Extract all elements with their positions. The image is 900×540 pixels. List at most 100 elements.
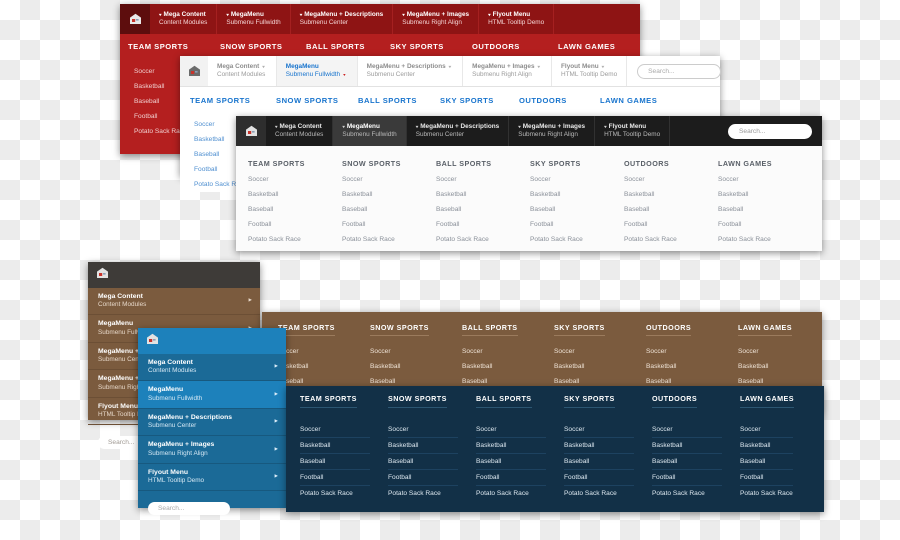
- column-header-lawn-games[interactable]: LAWN GAMES: [718, 159, 772, 168]
- list-item[interactable]: Football: [652, 470, 722, 486]
- list-item[interactable]: Soccer: [554, 344, 646, 359]
- list-item[interactable]: Baseball: [718, 202, 771, 217]
- column-header-outdoors[interactable]: OUTDOORS: [652, 394, 740, 408]
- list-item[interactable]: Basketball: [300, 438, 370, 454]
- list-item[interactable]: Basketball: [436, 187, 530, 202]
- search-input[interactable]: Search...: [637, 63, 722, 79]
- top-item-4[interactable]: ▾ Flyout Menu HTML Tooltip Demo: [595, 116, 671, 146]
- list-item[interactable]: Soccer: [300, 422, 370, 438]
- top-item-3[interactable]: ▾ MegaMenu + Images Submenu Right Align: [393, 4, 480, 34]
- nav-snow-sports[interactable]: SNOW SPORTS: [276, 96, 358, 105]
- list-item[interactable]: Soccer: [624, 172, 718, 187]
- list-item[interactable]: Baseball: [624, 202, 718, 217]
- vmenu-item-2[interactable]: MegaMenu + Descriptions Submenu Center ►: [138, 409, 286, 437]
- list-item[interactable]: Potato Sack Race: [718, 232, 771, 247]
- list-item[interactable]: Basketball: [462, 359, 554, 374]
- home-icon[interactable]: [120, 4, 150, 34]
- list-item[interactable]: Baseball: [342, 202, 436, 217]
- vmenu-item-1[interactable]: MegaMenu Submenu Fullwidth ►: [138, 381, 286, 409]
- column-header-lawn-games[interactable]: LAWN GAMES: [740, 394, 795, 408]
- list-item[interactable]: Basketball: [652, 438, 722, 454]
- list-item[interactable]: Potato Sack Race: [342, 232, 436, 247]
- top-item-1[interactable]: MegaMenu Submenu Fullwidth ▾: [276, 56, 358, 86]
- nav-sky-sports[interactable]: SKY SPORTS: [440, 96, 519, 105]
- home-icon[interactable]: [146, 332, 159, 350]
- list-item[interactable]: Football: [436, 217, 530, 232]
- nav-lawn-games[interactable]: LAWN GAMES: [600, 96, 657, 105]
- nav-team-sports[interactable]: TEAM SPORTS: [190, 96, 276, 105]
- vmenu-item-0[interactable]: Mega Content Content Modules ►: [138, 354, 286, 382]
- list-item[interactable]: Basketball: [646, 359, 738, 374]
- list-item[interactable]: Soccer: [278, 344, 370, 359]
- column-header-outdoors[interactable]: OUTDOORS: [646, 323, 738, 336]
- list-item[interactable]: Basketball: [554, 359, 646, 374]
- nav-lawn-games[interactable]: LAWN GAMES: [558, 42, 615, 51]
- vmenu-item-0[interactable]: Mega Content Content Modules ►: [88, 288, 260, 316]
- list-item[interactable]: Basketball: [740, 438, 793, 454]
- list-item[interactable]: Basketball: [624, 187, 718, 202]
- list-item[interactable]: Potato Sack Race: [652, 486, 722, 501]
- home-icon[interactable]: [236, 116, 266, 146]
- list-item[interactable]: Basketball: [248, 187, 342, 202]
- list-item[interactable]: Soccer: [342, 172, 436, 187]
- top-item-4[interactable]: Flyout Menu ▾ HTML Tooltip Demo: [552, 56, 628, 86]
- list-item[interactable]: Football: [624, 217, 718, 232]
- list-item[interactable]: Baseball: [476, 454, 546, 470]
- list-item[interactable]: Potato Sack Race: [300, 486, 370, 501]
- list-item[interactable]: Baseball: [248, 202, 342, 217]
- list-item[interactable]: Soccer: [388, 422, 458, 438]
- vmenu-item-4[interactable]: Flyout Menu HTML Tooltip Demo ►: [138, 464, 286, 492]
- list-item[interactable]: Basketball: [476, 438, 546, 454]
- list-item[interactable]: Soccer: [646, 344, 738, 359]
- column-header-sky-sports[interactable]: SKY SPORTS: [554, 323, 646, 336]
- list-item[interactable]: Baseball: [436, 202, 530, 217]
- top-item-0[interactable]: Mega Content ▾ Content Modules: [208, 56, 277, 86]
- top-item-1[interactable]: ▾ MegaMenu Submenu Fullwidth: [333, 116, 407, 146]
- list-item[interactable]: Potato Sack Race: [388, 486, 458, 501]
- top-item-2[interactable]: MegaMenu + Descriptions ▾ Submenu Center: [358, 56, 464, 86]
- list-item[interactable]: Soccer: [652, 422, 722, 438]
- list-item[interactable]: Baseball: [388, 454, 458, 470]
- home-icon[interactable]: [180, 56, 208, 86]
- list-item[interactable]: Football: [530, 217, 624, 232]
- list-item[interactable]: Potato Sack Race: [564, 486, 634, 501]
- list-item[interactable]: Soccer: [476, 422, 546, 438]
- column-header-ball-sports[interactable]: BALL SPORTS: [436, 159, 530, 168]
- top-item-2[interactable]: ▾ MegaMenu + Descriptions Submenu Center: [291, 4, 394, 34]
- column-header-ball-sports[interactable]: BALL SPORTS: [462, 323, 554, 336]
- list-item[interactable]: Soccer: [718, 172, 771, 187]
- list-item[interactable]: Soccer: [462, 344, 554, 359]
- list-item[interactable]: Football: [718, 217, 771, 232]
- list-item[interactable]: Soccer: [740, 422, 793, 438]
- search-input[interactable]: Search...: [148, 502, 230, 516]
- list-item[interactable]: Football: [300, 470, 370, 486]
- list-item[interactable]: Basketball: [718, 187, 771, 202]
- nav-team-sports[interactable]: TEAM SPORTS: [128, 42, 220, 51]
- column-header-outdoors[interactable]: OUTDOORS: [624, 159, 718, 168]
- list-item[interactable]: Potato Sack Race: [530, 232, 624, 247]
- list-item[interactable]: Baseball: [530, 202, 624, 217]
- list-item[interactable]: Potato Sack Race: [740, 486, 793, 501]
- list-item[interactable]: Football: [740, 470, 793, 486]
- top-item-1[interactable]: ▾ MegaMenu Submenu Fullwidth: [217, 4, 291, 34]
- column-header-team-sports[interactable]: TEAM SPORTS: [248, 159, 342, 168]
- list-item[interactable]: Baseball: [300, 454, 370, 470]
- list-item[interactable]: Football: [564, 470, 634, 486]
- list-item[interactable]: Football: [476, 470, 546, 486]
- list-item[interactable]: Baseball: [652, 454, 722, 470]
- column-header-ball-sports[interactable]: BALL SPORTS: [476, 394, 564, 408]
- list-item[interactable]: Baseball: [564, 454, 634, 470]
- column-header-snow-sports[interactable]: SNOW SPORTS: [370, 323, 462, 336]
- nav-outdoors[interactable]: OUTDOORS: [472, 42, 558, 51]
- list-item[interactable]: Basketball: [278, 359, 370, 374]
- top-item-3[interactable]: MegaMenu + Images ▾ Submenu Right Align: [463, 56, 553, 86]
- list-item[interactable]: Soccer: [738, 344, 768, 359]
- column-header-team-sports[interactable]: TEAM SPORTS: [278, 323, 370, 336]
- nav-ball-sports[interactable]: BALL SPORTS: [306, 42, 390, 51]
- list-item[interactable]: Soccer: [370, 344, 462, 359]
- list-item[interactable]: Basketball: [738, 359, 768, 374]
- list-item[interactable]: Soccer: [564, 422, 634, 438]
- nav-outdoors[interactable]: OUTDOORS: [519, 96, 600, 105]
- top-item-0[interactable]: ▾ Mega Content Content Modules: [266, 116, 334, 146]
- list-item[interactable]: Football: [248, 217, 342, 232]
